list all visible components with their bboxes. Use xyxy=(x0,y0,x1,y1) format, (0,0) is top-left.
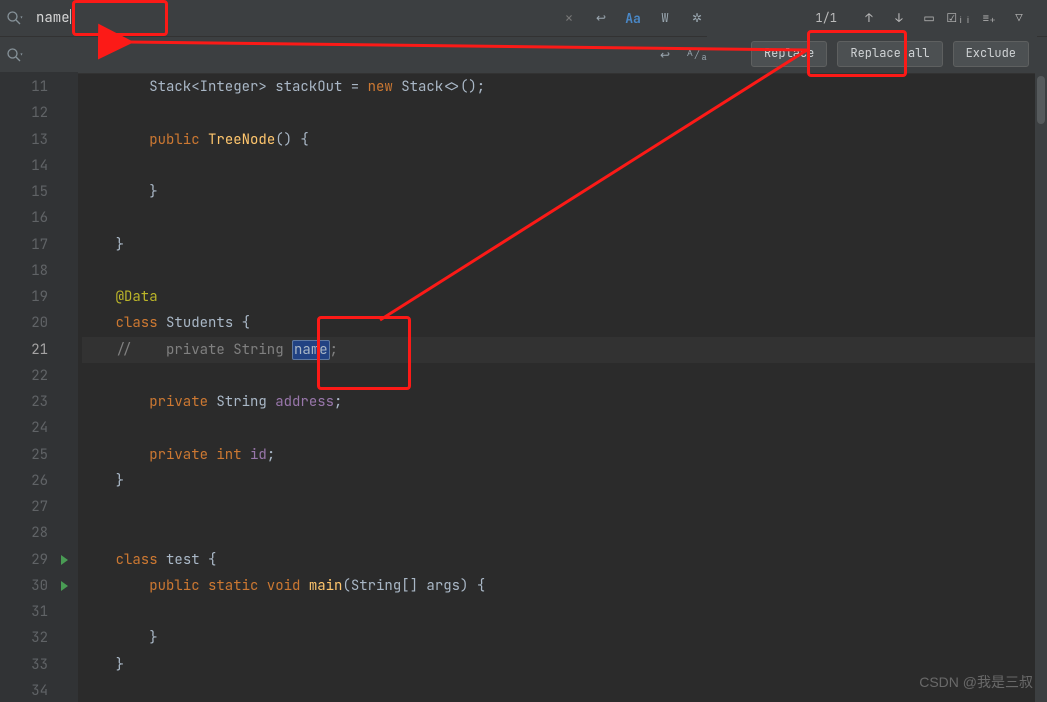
search-icon[interactable]: ▾ xyxy=(0,10,30,26)
line-gutter: 1112 1314 1516 1718 1920 2122 2324 2526 … xyxy=(0,72,78,702)
watermark: CSDN @我是三叔 xyxy=(919,672,1033,692)
select-all-icon[interactable]: ☑ᵢᵢ xyxy=(949,8,969,28)
replace-all-button[interactable]: Replace all xyxy=(837,41,942,67)
regex-icon[interactable]: ✲ xyxy=(685,6,709,30)
preserve-case-icon[interactable]: ↩ xyxy=(653,43,677,67)
words-icon[interactable]: W xyxy=(653,6,677,30)
code-area[interactable]: Stack<Integer> stackOut = new Stack<>();… xyxy=(78,72,1047,702)
replace-button[interactable]: Replace xyxy=(751,41,827,67)
clear-icon[interactable]: × xyxy=(557,6,581,30)
multiline-icon[interactable]: ↩ xyxy=(589,6,613,30)
select-in-icon[interactable]: ▭ xyxy=(919,8,939,28)
prev-match-icon[interactable]: ↑ xyxy=(859,8,879,28)
exclude-button[interactable]: Exclude xyxy=(953,41,1029,67)
filter-icon[interactable]: ▽ xyxy=(1009,8,1029,28)
replace-input[interactable] xyxy=(30,43,645,67)
scrollbar[interactable] xyxy=(1035,72,1047,702)
replace-search-icon[interactable]: ▾ xyxy=(0,47,30,63)
match-case-icon[interactable]: Aa xyxy=(621,6,645,30)
find-input[interactable]: name xyxy=(30,6,549,30)
match-highlight: name xyxy=(292,340,330,360)
add-selection-icon[interactable]: ≡₊ xyxy=(979,8,999,28)
match-counter: 1/1 xyxy=(815,10,837,26)
next-match-icon[interactable]: ↓ xyxy=(889,8,909,28)
fa-icon[interactable]: ᴬ⁄ₐ xyxy=(685,43,709,67)
